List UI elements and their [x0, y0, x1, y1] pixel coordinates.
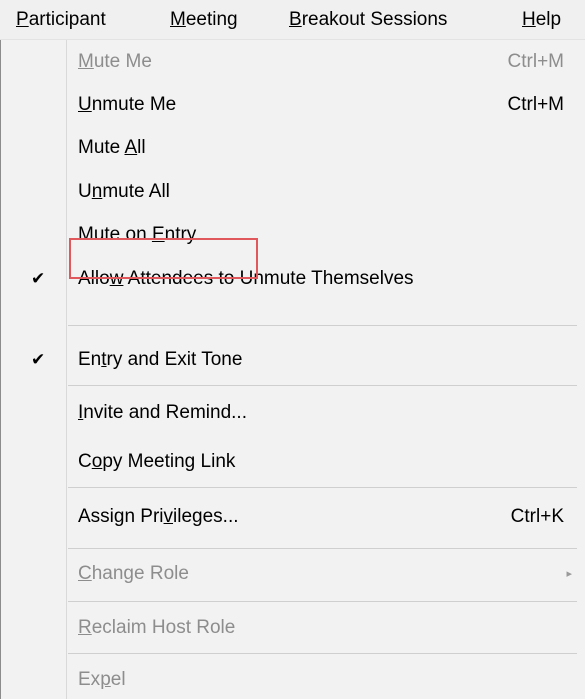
menu-item-unmute-me-shortcut: Ctrl+M	[507, 94, 564, 115]
menu-breakout-sessions[interactable]: Breakout Sessions	[289, 0, 447, 40]
menu-separator	[68, 601, 577, 602]
menu-item-entry-exit-tone-label: Entry and Exit Tone	[78, 349, 243, 370]
submenu-arrow-icon: ▸	[566, 568, 572, 580]
participant-dropdown-menu: Mute Me Ctrl+M Unmute Me Ctrl+M Mute All…	[0, 40, 585, 699]
menu-participant-label: articipant	[28, 9, 106, 30]
menu-item-unmute-all[interactable]: Unmute All	[2, 173, 585, 211]
menu-item-reclaim-host-role-label: Reclaim Host Role	[78, 617, 236, 638]
menu-breakout-mnemonic: B	[289, 9, 302, 30]
menu-item-copy-meeting-link[interactable]: Copy Meeting Link	[2, 443, 585, 481]
menu-item-copy-meeting-link-label: Copy Meeting Link	[78, 451, 236, 472]
menu-bar: Participant Meeting Breakout Sessions He…	[0, 0, 585, 40]
menu-item-assign-privileges[interactable]: Assign Privileges... Ctrl+K	[2, 498, 585, 536]
check-icon: ✔	[31, 269, 46, 288]
menu-separator	[68, 653, 577, 654]
menu-help-label: elp	[535, 9, 562, 30]
menu-item-reclaim-host-role[interactable]: Reclaim Host Role	[2, 609, 585, 647]
menu-separator	[68, 325, 577, 326]
menu-item-expel-label: Expel	[78, 669, 126, 690]
menu-item-invite-remind[interactable]: Invite and Remind...	[2, 394, 585, 432]
menu-item-mute-all-label: Mute All	[78, 137, 146, 158]
menu-item-change-role-label: Change Role	[78, 563, 189, 584]
check-icon: ✔	[31, 350, 46, 369]
menu-participant-mnemonic: P	[16, 9, 29, 30]
menu-meeting[interactable]: Meeting	[170, 0, 238, 40]
menu-item-mute-me[interactable]: Mute Me Ctrl+M	[2, 43, 585, 81]
menu-meeting-label: eeting	[185, 9, 238, 30]
menu-item-mute-me-label: Mute Me	[78, 51, 152, 72]
menu-separator	[68, 487, 577, 488]
menu-meeting-mnemonic: M	[170, 9, 186, 30]
menu-separator	[68, 385, 577, 386]
menu-help-mnemonic: H	[522, 9, 536, 30]
menu-separator	[68, 548, 577, 549]
menu-item-mute-all[interactable]: Mute All	[2, 129, 585, 167]
menu-item-unmute-all-label: Unmute All	[78, 181, 170, 202]
menu-participant[interactable]: Participant	[16, 0, 106, 40]
menu-item-expel[interactable]: Expel	[2, 661, 585, 699]
menu-help[interactable]: Help	[522, 0, 561, 40]
highlight-box	[69, 238, 258, 279]
menu-item-assign-privileges-shortcut: Ctrl+K	[510, 506, 564, 527]
menu-breakout-label: reakout Sessions	[301, 9, 448, 30]
menu-item-mute-me-shortcut: Ctrl+M	[507, 51, 564, 72]
menu-item-invite-remind-label: Invite and Remind...	[78, 402, 247, 423]
menu-item-entry-exit-tone[interactable]: ✔ Entry and Exit Tone	[2, 341, 585, 379]
menu-item-unmute-me[interactable]: Unmute Me Ctrl+M	[2, 86, 585, 124]
menu-item-assign-privileges-label: Assign Privileges...	[78, 506, 239, 527]
menu-item-unmute-me-label: Unmute Me	[78, 94, 177, 115]
menu-item-change-role[interactable]: Change Role ▸	[2, 555, 585, 593]
